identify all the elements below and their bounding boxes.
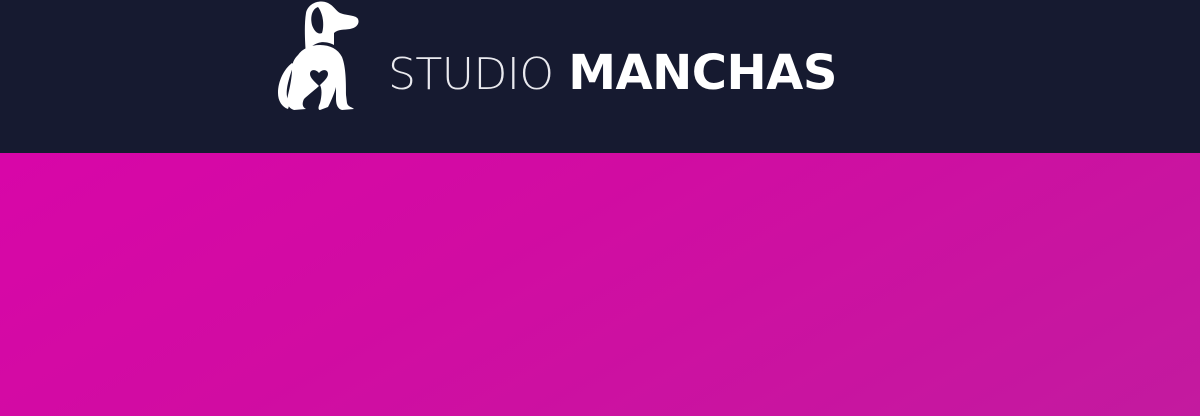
brand-name-bold: MANCHAS xyxy=(568,45,837,101)
brand-name-light: STUDIO xyxy=(388,49,554,100)
dog-with-heart-icon xyxy=(278,0,359,110)
page: STUDIO MANCHAS xyxy=(0,0,1200,416)
brand-name: STUDIO MANCHAS xyxy=(388,46,837,97)
brand-logo-link[interactable]: STUDIO MANCHAS xyxy=(272,0,837,153)
hero-banner xyxy=(0,153,1200,416)
site-header: STUDIO MANCHAS xyxy=(0,0,1200,153)
